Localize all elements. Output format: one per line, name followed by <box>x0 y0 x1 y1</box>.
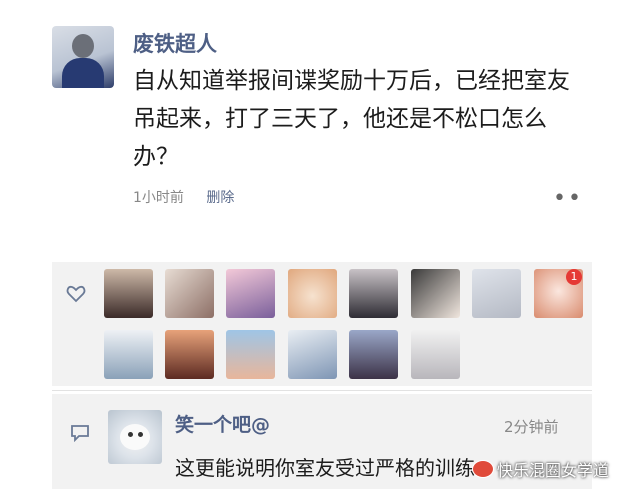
like-avatar[interactable] <box>472 269 521 318</box>
commenter-avatar[interactable] <box>108 410 162 464</box>
delete-link[interactable]: 删除 <box>206 190 234 206</box>
author-name[interactable]: 废铁超人 <box>133 28 217 58</box>
like-avatar[interactable] <box>165 330 214 379</box>
like-avatar[interactable] <box>104 330 153 379</box>
like-avatar[interactable] <box>411 330 460 379</box>
like-avatar[interactable] <box>349 269 398 318</box>
like-avatar[interactable] <box>411 269 460 318</box>
commenter-name[interactable]: 笑一个吧@ <box>175 410 270 437</box>
avatar-head-shape <box>72 34 94 58</box>
notification-badge: 1 <box>566 269 582 285</box>
cat-eye-shape <box>128 432 133 437</box>
moment-post: 废铁超人 自从知道举报间谍奖励十万后，已经把室友吊起来，打了三天了，他还是不松口… <box>0 0 640 260</box>
cat-face-shape <box>120 424 150 450</box>
author-avatar[interactable] <box>52 26 114 88</box>
post-time: 1小时前 <box>133 190 184 206</box>
comment-icon <box>71 425 89 442</box>
post-text: 自从知道举报间谍奖励十万后，已经把室友吊起来，打了三天了，他还是不松口怎么办？ <box>133 68 570 170</box>
watermark: 快乐混圈女学道 <box>472 457 609 481</box>
heart-icon <box>66 285 86 303</box>
comment-time: 2分钟前 <box>504 418 559 436</box>
comment-text: 这更能说明你室友受过严格的训练 <box>175 456 475 480</box>
more-actions-icon[interactable]: •• <box>553 188 583 210</box>
cat-eye-shape <box>138 432 143 437</box>
post-meta: 1小时前 删除 <box>133 187 234 207</box>
like-avatar[interactable] <box>349 330 398 379</box>
like-avatar[interactable] <box>288 269 337 318</box>
like-avatar[interactable] <box>226 269 275 318</box>
avatar-body-shape <box>62 58 104 88</box>
like-avatar[interactable] <box>288 330 337 379</box>
like-avatar[interactable] <box>104 269 153 318</box>
watermark-text: 快乐混圈女学道 <box>497 461 610 480</box>
weibo-logo-icon <box>472 460 494 478</box>
divider <box>52 390 592 391</box>
like-avatar[interactable] <box>226 330 275 379</box>
like-avatar[interactable] <box>165 269 214 318</box>
